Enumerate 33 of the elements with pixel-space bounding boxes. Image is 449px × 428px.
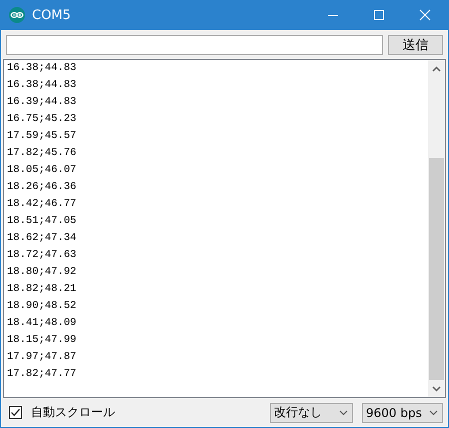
output-line: 16.75;45.23: [7, 112, 76, 127]
chevron-down-icon: [339, 410, 348, 416]
output-line: 18.72;47.63: [7, 248, 76, 263]
line-ending-dropdown[interactable]: 改行なし: [270, 402, 353, 422]
app-logo-icon: [9, 7, 25, 23]
output-line: 18.42;46.77: [7, 197, 76, 212]
output-line: 17.82;45.76: [7, 146, 76, 161]
maximize-icon: [373, 9, 385, 21]
output-line: 16.38;44.83: [7, 78, 76, 93]
chevron-down-icon: [429, 410, 438, 416]
output-line: 18.82;48.21: [7, 282, 76, 297]
send-button[interactable]: 送信: [388, 35, 443, 55]
autoscroll-label: 自動スクロール: [31, 404, 116, 421]
output-line: 18.15;47.99: [7, 333, 76, 348]
output-line: 17.59;45.57: [7, 129, 76, 144]
output-line: 18.80;47.92: [7, 265, 76, 280]
output-line: 18.62;47.34: [7, 231, 76, 246]
send-input-field[interactable]: [6, 35, 383, 55]
output-line: 18.26;46.36: [7, 180, 76, 195]
output-line: 16.38;44.83: [7, 61, 76, 76]
output-line: 18.90;48.52: [7, 299, 76, 314]
close-icon: [419, 9, 431, 21]
output-line: 18.05;46.07: [7, 163, 76, 178]
output-line: 17.82;47.77: [7, 367, 76, 382]
autoscroll-checkbox[interactable]: [9, 406, 22, 419]
output-line: 18.51;47.05: [7, 214, 76, 229]
output-line: 16.39;44.83: [7, 95, 76, 110]
output-line: 17.97;47.87: [7, 350, 76, 365]
baud-rate-dropdown[interactable]: 9600 bps: [362, 402, 443, 422]
scrollbar-thumb[interactable]: [429, 158, 444, 380]
scrollbar[interactable]: [428, 60, 445, 397]
window-title: COM5: [32, 8, 72, 22]
output-line: 18.41;48.09: [7, 316, 76, 331]
